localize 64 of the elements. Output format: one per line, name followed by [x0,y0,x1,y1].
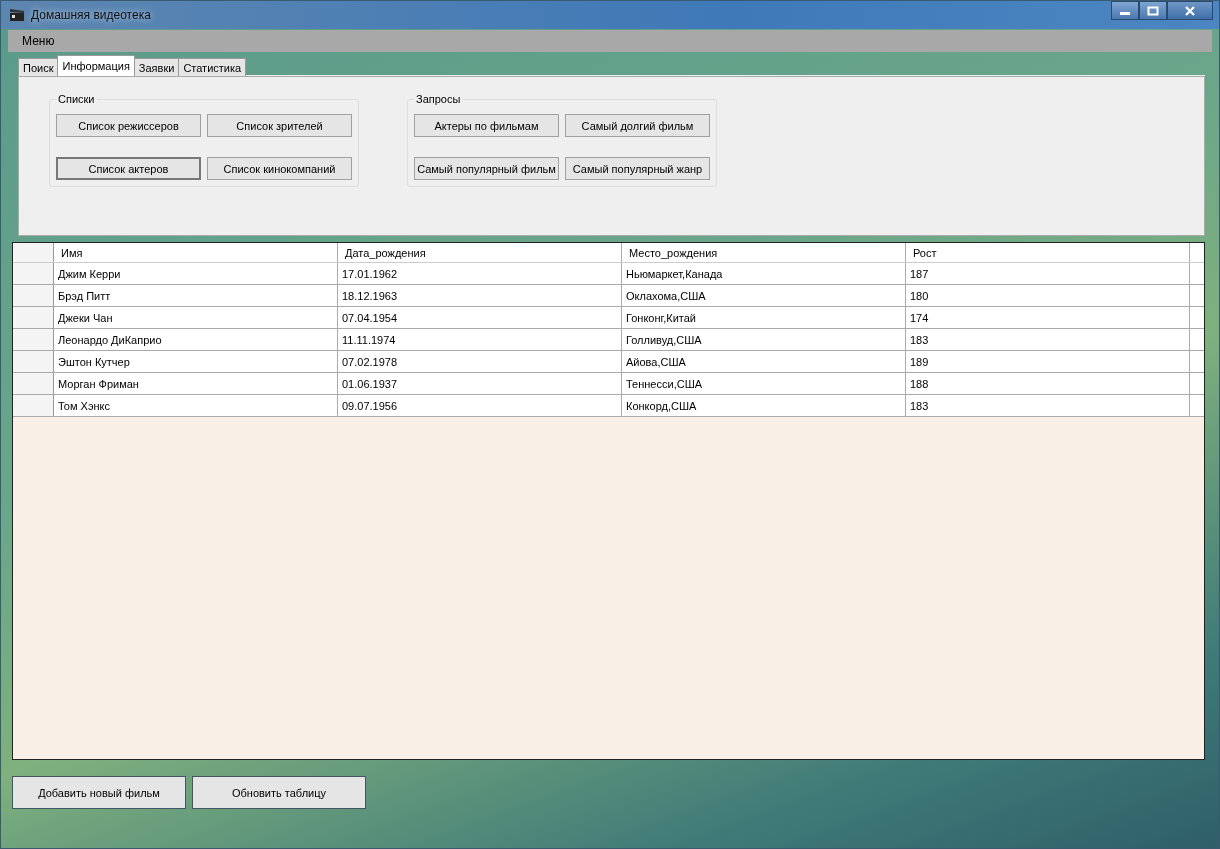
table-cell: 18.12.1963 [338,285,622,306]
close-icon [1184,5,1196,16]
film-clapper-icon [9,8,25,22]
table-cell: 07.04.1954 [338,307,622,328]
table-cell: 187 [906,263,1190,284]
table-cell: Джим Керри [54,263,338,284]
list-button[interactable]: Список зрителей [207,114,352,137]
list-button[interactable]: Список актеров [56,157,201,180]
list-button[interactable]: Список кинокомпаний [207,157,352,180]
row-header[interactable] [13,285,54,306]
table-cell: Леонардо ДиКаприо [54,329,338,350]
table-cell: Оклахома,США [622,285,906,306]
maximize-icon [1147,5,1159,16]
table-cell: 188 [906,373,1190,394]
table-cell: 01.06.1937 [338,373,622,394]
minimize-icon [1120,12,1130,15]
table-cell: 180 [906,285,1190,306]
tab[interactable]: Заявки [133,58,180,76]
list-button[interactable]: Самый популярный жанр [565,157,710,180]
table-cell: Морган Фриман [54,373,338,394]
table-cell: Джеки Чан [54,307,338,328]
action-button[interactable]: Обновить таблицу [192,776,366,809]
table-cell: Айова,США [622,351,906,372]
table-cell: Конкорд,США [622,395,906,416]
close-button[interactable] [1167,1,1213,20]
table-cell: Голливуд,США [622,329,906,350]
group-title: Списки [56,93,97,105]
table-cell: Гонконг,Китай [622,307,906,328]
table-cell: 183 [906,395,1190,416]
row-header[interactable] [13,395,54,416]
table-cell: 189 [906,351,1190,372]
table-cell: Ньюмаркет,Канада [622,263,906,284]
column-header[interactable]: Имя [54,243,338,262]
row-header[interactable] [13,351,54,372]
table-cell: 07.02.1978 [338,351,622,372]
row-header[interactable] [13,373,54,394]
group-title: Запросы [414,93,463,105]
column-header[interactable]: Место_рождения [622,243,906,262]
tab[interactable]: Статистика [178,58,247,76]
table-cell: 174 [906,307,1190,328]
minimize-button[interactable] [1111,1,1139,20]
table-cell: Эштон Кутчер [54,351,338,372]
table-cell: 183 [906,329,1190,350]
row-header[interactable] [13,329,54,350]
list-button[interactable]: Самый популярный фильм [414,157,559,180]
window-title: Домашняя видеотека [31,8,151,22]
table-cell: 09.07.1956 [338,395,622,416]
tab[interactable]: Информация [57,55,135,76]
table-cell: Теннесси,США [622,373,906,394]
column-header[interactable]: Рост [906,243,1190,262]
menu-item[interactable]: Меню [14,34,63,48]
list-button[interactable]: Список режиссеров [56,114,201,137]
list-button[interactable]: Самый долгий фильм [565,114,710,137]
table-cell: 11.11.1974 [338,329,622,350]
column-header[interactable]: Дата_рождения [338,243,622,262]
row-header[interactable] [13,263,54,284]
tab[interactable]: Поиск [18,58,59,76]
row-header[interactable] [13,307,54,328]
maximize-button[interactable] [1139,1,1167,20]
action-button[interactable]: Добавить новый фильм [12,776,186,809]
table-cell: 17.01.1962 [338,263,622,284]
table-cell: Брэд Питт [54,285,338,306]
table-cell: Том Хэнкс [54,395,338,416]
list-button[interactable]: Актеры по фильмам [414,114,559,137]
